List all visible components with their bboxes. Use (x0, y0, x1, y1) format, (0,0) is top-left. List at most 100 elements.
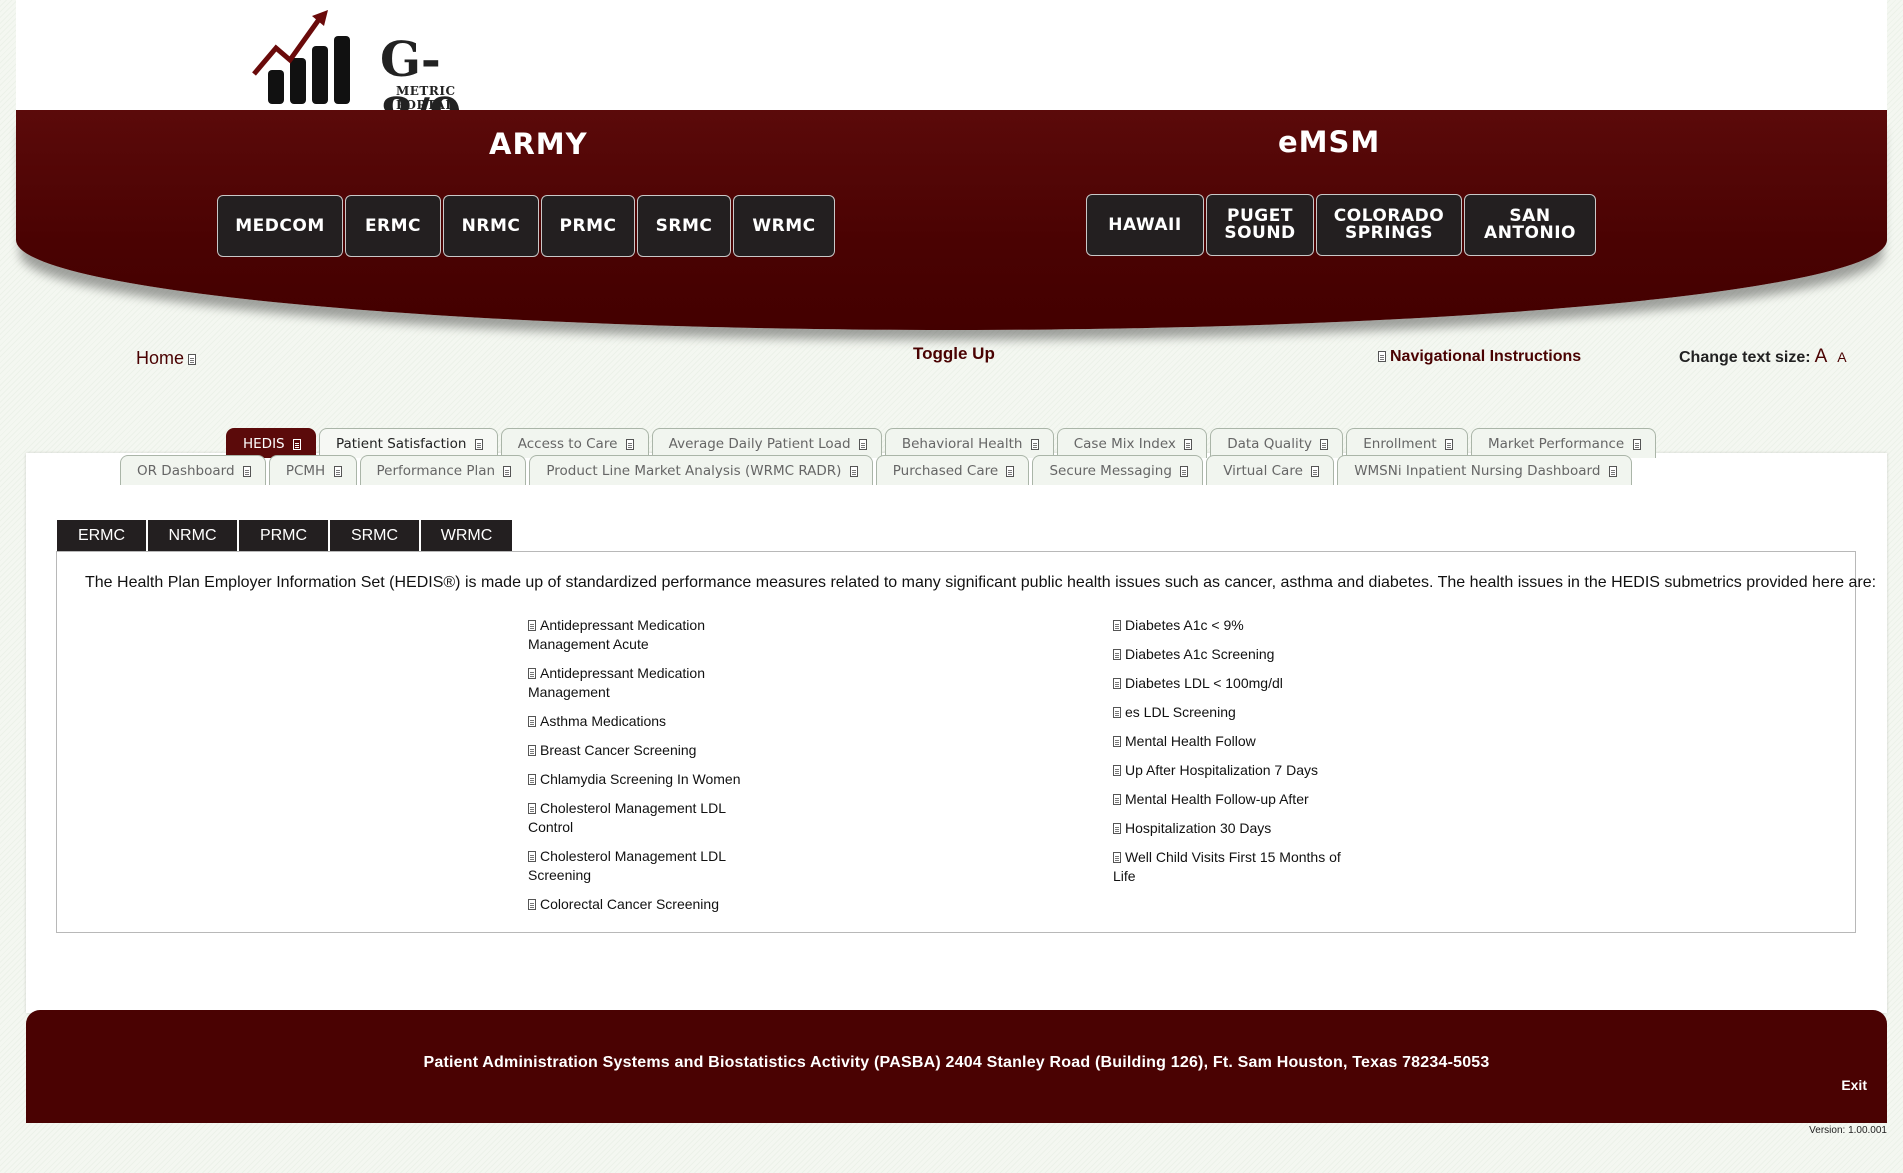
measure-link[interactable]: Mental Health Follow (1113, 732, 1353, 751)
prmc-button[interactable]: PRMC (541, 195, 635, 257)
tab-label: Purchased Care (892, 463, 999, 479)
tab-average-daily-patient-load[interactable]: Average Daily Patient Load (651, 428, 882, 458)
measure-label: Breast Cancer Screening (540, 742, 697, 758)
tab-enrollment[interactable]: Enrollment (1346, 428, 1468, 458)
tab-behavioral-health[interactable]: Behavioral Health (884, 428, 1054, 458)
document-icon (528, 745, 536, 756)
tab-access-to-care[interactable]: Access to Care (500, 428, 649, 458)
measure-label: Diabetes A1c < 9% (1125, 617, 1244, 633)
document-icon (242, 465, 251, 477)
nav-bar: Home Toggle Up Navigational Instructions… (0, 340, 1903, 370)
tab-label: Secure Messaging (1049, 463, 1172, 479)
document-icon (1113, 823, 1121, 834)
tab-wmsni-inpatient-nursing-dashboard[interactable]: WMSNi Inpatient Nursing Dashboard (1337, 455, 1632, 485)
text-size-large-button[interactable]: A (1815, 346, 1828, 367)
exit-link[interactable]: Exit (1841, 1077, 1867, 1093)
tab-label: Data Quality (1227, 436, 1312, 452)
tab-virtual-care[interactable]: Virtual Care (1206, 455, 1335, 485)
measures-right-column: Diabetes A1c < 9% Diabetes A1c Screening… (1113, 616, 1363, 896)
emsm-title: eMSM (1278, 125, 1381, 159)
home-link[interactable]: Home (136, 348, 197, 369)
tab-patient-satisfaction[interactable]: Patient Satisfaction (318, 428, 498, 458)
logo[interactable]: G-8/9 METRIC PORTAL (250, 8, 510, 144)
text-size-control: Change text size: A A (1679, 346, 1847, 368)
text-size-small-button[interactable]: A (1837, 349, 1846, 365)
tab-or-dashboard[interactable]: OR Dashboard (120, 455, 266, 485)
document-icon (1444, 438, 1453, 450)
san-antonio-button[interactable]: SAN ANTONIO (1464, 194, 1596, 256)
tab-market-performance[interactable]: Market Performance (1470, 428, 1656, 458)
measure-link[interactable]: Diabetes LDL < 100mg/dl (1113, 674, 1353, 693)
document-icon (1180, 465, 1189, 477)
measure-link[interactable]: Up After Hospitalization 7 Days (1113, 761, 1353, 780)
measure-link[interactable]: Colorectal Cancer Screening (528, 895, 758, 914)
measure-link[interactable]: Hospitalization 30 Days (1113, 819, 1353, 838)
document-icon (528, 716, 536, 727)
measure-label: Diabetes LDL < 100mg/dl (1125, 675, 1283, 691)
subtab-srmc[interactable]: SRMC (330, 520, 419, 551)
document-icon (1030, 438, 1039, 450)
colorado-springs-button[interactable]: COLORADO SPRINGS (1316, 194, 1462, 256)
tab-product-line-market-analysis[interactable]: Product Line Market Analysis (WRMC RADR) (529, 455, 873, 485)
document-icon (1113, 620, 1121, 631)
tab-label: Patient Satisfaction (335, 436, 467, 452)
subtab-ermc[interactable]: ERMC (57, 520, 146, 551)
ermc-button[interactable]: ERMC (345, 195, 441, 257)
document-icon (528, 851, 536, 862)
tab-label: Access to Care (517, 436, 618, 452)
document-icon (474, 438, 483, 450)
subtab-nrmc[interactable]: NRMC (148, 520, 237, 551)
medcom-button[interactable]: MEDCOM (217, 195, 343, 257)
tab-pcmh[interactable]: PCMH (268, 455, 357, 485)
tab-performance-plan[interactable]: Performance Plan (359, 455, 527, 485)
document-icon (1113, 852, 1121, 863)
measure-label: Mental Health Follow-up After (1125, 791, 1309, 807)
tab-label: PCMH (285, 463, 326, 479)
measure-label: es LDL Screening (1125, 704, 1236, 720)
tab-label: Behavioral Health (901, 436, 1023, 452)
measure-link[interactable]: Cholesterol Management LDL Screening (528, 847, 758, 885)
measure-link[interactable]: Chlamydia Screening In Women (528, 770, 758, 789)
puget-sound-button[interactable]: PUGET SOUND (1206, 194, 1314, 256)
measure-link[interactable]: Well Child Visits First 15 Months of Lif… (1113, 848, 1353, 886)
measure-link[interactable]: Cholesterol Management LDL Control (528, 799, 758, 837)
measure-label: Mental Health Follow (1125, 733, 1256, 749)
army-title: ARMY (489, 127, 588, 161)
measure-link[interactable]: Diabetes A1c < 9% (1113, 616, 1353, 635)
subtab-prmc[interactable]: PRMC (239, 520, 328, 551)
toggle-up-link[interactable]: Toggle Up (913, 344, 995, 364)
nrmc-button[interactable]: NRMC (443, 195, 539, 257)
document-icon (333, 465, 342, 477)
army-button-row: MEDCOM ERMC NRMC PRMC SRMC WRMC (217, 195, 835, 257)
measure-link[interactable]: Antidepressant Medication Management (528, 664, 758, 702)
measure-label: Cholesterol Management LDL Screening (528, 848, 726, 883)
document-icon (528, 899, 536, 910)
measure-link[interactable]: Asthma Medications (528, 712, 758, 731)
tab-purchased-care[interactable]: Purchased Care (875, 455, 1030, 485)
document-icon (1113, 765, 1121, 776)
tab-label: Virtual Care (1223, 463, 1303, 479)
hedis-panel (56, 551, 1856, 933)
srmc-button[interactable]: SRMC (637, 195, 731, 257)
measure-link[interactable]: Mental Health Follow-up After (1113, 790, 1353, 809)
tab-hedis[interactable]: HEDIS (226, 428, 316, 458)
tab-label: Product Line Market Analysis (WRMC RADR) (546, 463, 842, 479)
footer-address: Patient Administration Systems and Biost… (423, 1054, 1490, 1071)
document-icon (528, 803, 536, 814)
tab-data-quality[interactable]: Data Quality (1210, 428, 1344, 458)
measure-link[interactable]: Breast Cancer Screening (528, 741, 758, 760)
tab-case-mix-index[interactable]: Case Mix Index (1056, 428, 1208, 458)
subtab-wrmc[interactable]: WRMC (421, 520, 512, 551)
navigational-instructions-link[interactable]: Navigational Instructions (1378, 348, 1581, 366)
tab-secure-messaging[interactable]: Secure Messaging (1032, 455, 1204, 485)
measure-link[interactable]: Diabetes A1c Screening (1113, 645, 1353, 664)
measure-label: Diabetes A1c Screening (1125, 646, 1275, 662)
measure-link[interactable]: es LDL Screening (1113, 703, 1353, 722)
version-label: Version: 1.00.001 (1809, 1125, 1887, 1136)
wrmc-button[interactable]: WRMC (733, 195, 835, 257)
document-icon (528, 620, 536, 631)
document-icon (1113, 649, 1121, 660)
hawaii-button[interactable]: HAWAII (1086, 194, 1204, 256)
measure-link[interactable]: Antidepressant Medication Management Acu… (528, 616, 758, 654)
document-icon (1113, 678, 1121, 689)
